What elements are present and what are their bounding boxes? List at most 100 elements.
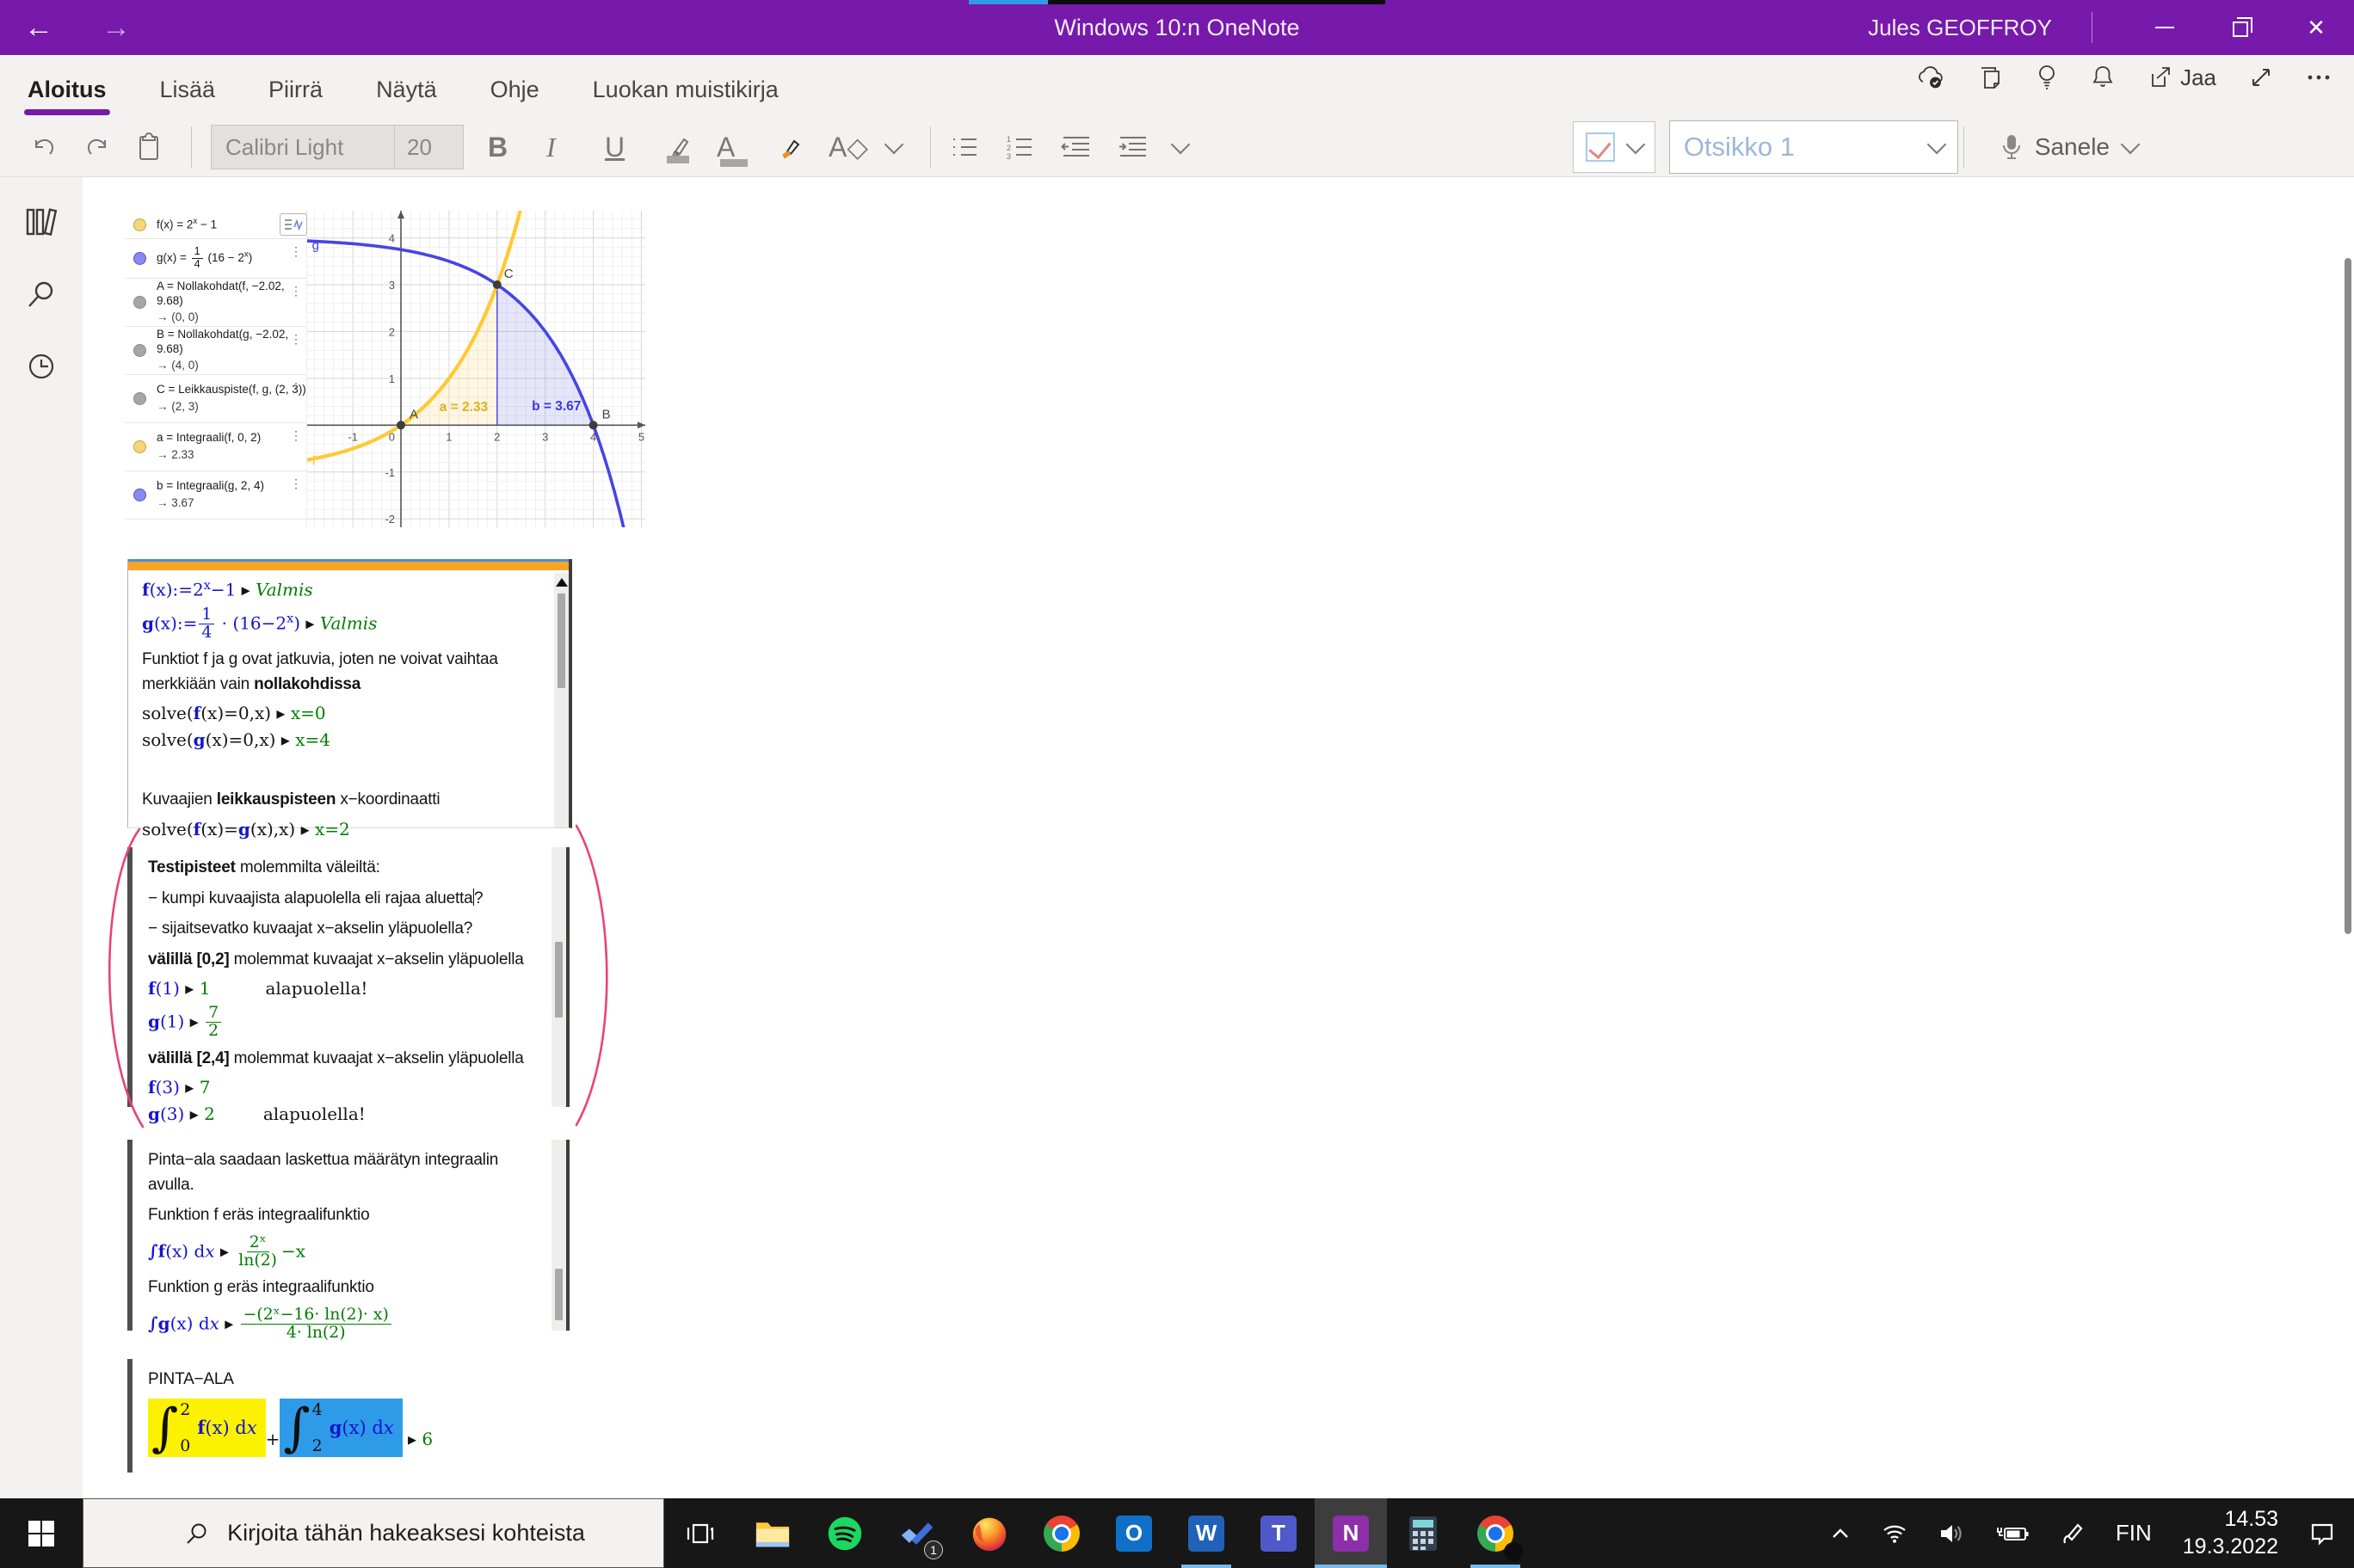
note-block-area[interactable]: PINTA−ALA ∫ 2 0 f(x) dx + ∫ 4 2 g(x) dx ▸ 6: [127, 1359, 497, 1473]
close-button[interactable]: ✕: [2278, 0, 2354, 55]
calculator-icon: [1406, 1515, 1440, 1553]
numbered-list-button[interactable]: 123: [1005, 133, 1036, 161]
geogebra-screenshot[interactable]: f(x) = 2x − 1 g(x) = 14 (16 − 2x) ⋮ A = Nol…: [125, 211, 646, 527]
scroll-thumb[interactable]: [558, 593, 565, 688]
svg-text:A: A: [410, 407, 418, 421]
forward-button[interactable]: →: [77, 11, 155, 45]
tab-näytä[interactable]: Näytä: [374, 71, 439, 112]
svg-text:-1: -1: [348, 430, 358, 443]
taskbar-app-outlook[interactable]: O: [1098, 1498, 1170, 1568]
dictate-button[interactable]: Sanele: [2002, 133, 2141, 161]
paragraph-more-chevron[interactable]: [1170, 134, 1191, 155]
resize-ribbon-icon[interactable]: [2249, 65, 2273, 89]
note-block-testpoints[interactable]: Testipisteet molemmilta väleiltä: − kumpi…: [127, 847, 570, 1124]
pen-icon[interactable]: [2061, 1522, 2085, 1546]
undo-button[interactable]: [29, 132, 59, 162]
input-language[interactable]: FIN: [2116, 1520, 2152, 1546]
clear-formatting-button[interactable]: A◇: [829, 131, 868, 163]
battery-icon[interactable]: [1995, 1522, 2030, 1545]
bullet-list-button[interactable]: [950, 133, 981, 161]
taskbar-search[interactable]: Kirjoita tähän hakeaksesi kohteista: [83, 1498, 664, 1568]
font-name-select[interactable]: Calibri Light: [212, 134, 394, 161]
notebooks-icon[interactable]: [24, 206, 59, 237]
block-scrollbar[interactable]: [552, 847, 566, 1107]
tab-lisää[interactable]: Lisää: [158, 71, 218, 112]
block-scrollbar[interactable]: [552, 1140, 566, 1331]
taskbar-app-teams[interactable]: T: [1242, 1498, 1315, 1568]
taskbar-app-word[interactable]: W: [1170, 1498, 1242, 1568]
volume-icon[interactable]: [1938, 1522, 1964, 1545]
tab-luokan-muistikirja[interactable]: Luokan muistikirja: [591, 71, 780, 112]
scroll-up-icon[interactable]: [555, 578, 568, 587]
block-scrollbar[interactable]: [554, 573, 569, 827]
clock[interactable]: 14.53 19.3.2022: [2183, 1506, 2278, 1560]
restore-icon: [2233, 17, 2252, 37]
signed-in-user[interactable]: Jules GEOFFROY: [1868, 15, 2052, 41]
underline-button[interactable]: U: [605, 132, 639, 163]
algebra-row: a = Integraali(f, 0, 2) → 2.33 ⋮: [125, 423, 306, 471]
scroll-thumb[interactable]: [555, 1269, 563, 1320]
italic-button[interactable]: I: [546, 132, 581, 163]
taskbar-app-firefox[interactable]: [953, 1498, 1026, 1568]
paste-button[interactable]: [136, 132, 162, 163]
tag-chevron[interactable]: [1625, 134, 1646, 155]
style-select[interactable]: Otsikko 1: [1668, 120, 1958, 174]
format-painter-button[interactable]: [775, 132, 804, 162]
taskbar-app-calculator[interactable]: [1387, 1498, 1459, 1568]
svg-text:-2: -2: [385, 513, 395, 526]
font-size-select[interactable]: 20: [394, 126, 463, 169]
onenote-icon: N: [1333, 1515, 1369, 1552]
taskbar-app-file-explorer[interactable]: [736, 1498, 809, 1568]
share-button[interactable]: Jaa: [2148, 65, 2216, 91]
todo-checkbox-icon: [1585, 132, 1615, 162]
task-view-button[interactable]: [664, 1498, 736, 1568]
wifi-icon[interactable]: [1882, 1523, 1907, 1544]
tray-expand-icon[interactable]: [1830, 1527, 1851, 1540]
svg-text:4: 4: [389, 232, 395, 245]
restore-button[interactable]: [2203, 0, 2278, 55]
minimize-button[interactable]: [2127, 0, 2203, 55]
notifications-icon[interactable]: [2091, 64, 2115, 91]
back-button[interactable]: ←: [0, 11, 77, 45]
recent-pages-icon[interactable]: [1977, 65, 2003, 90]
more-options-icon[interactable]: [2306, 73, 2332, 82]
object-visibility-dot: [133, 440, 146, 453]
scroll-thumb[interactable]: [555, 942, 563, 1018]
bold-button[interactable]: B: [488, 132, 522, 163]
font-color-button[interactable]: A: [717, 132, 751, 167]
taskbar-app-chrome-profile[interactable]: [1459, 1498, 1531, 1568]
highlight-button[interactable]: [663, 134, 693, 163]
dictate-label: Sanele: [2034, 133, 2110, 160]
taskbar-app-todo[interactable]: 1: [881, 1498, 953, 1568]
tab-aloitus[interactable]: Aloitus: [24, 71, 109, 115]
profile-badge: [1504, 1542, 1523, 1561]
todo-tag-button[interactable]: [1572, 121, 1655, 173]
object-visibility-dot: [133, 489, 146, 501]
clock-date: 19.3.2022: [2182, 1534, 2278, 1559]
page-scrollbar-thumb[interactable]: [2345, 258, 2351, 934]
top-strip-black: [1048, 0, 1385, 4]
toolbar-divider: [191, 126, 192, 168]
recent-notes-icon[interactable]: [26, 351, 57, 382]
start-button[interactable]: [0, 1498, 83, 1568]
open-indicator: [1315, 1565, 1387, 1568]
font-more-chevron[interactable]: [884, 134, 904, 155]
sync-status-icon[interactable]: [1917, 65, 1944, 89]
top-strip-blue: [969, 0, 1048, 4]
tab-piirrä[interactable]: Piirrä: [267, 71, 324, 112]
action-center-icon[interactable]: [2309, 1522, 2335, 1546]
note-line: solve(f(x)=g(x),x) ▸ x=2: [142, 818, 350, 839]
page-canvas[interactable]: f(x) = 2x − 1 g(x) = 14 (16 − 2x) ⋮ A = Nol…: [83, 177, 2354, 1498]
note-line: [142, 756, 543, 782]
increase-indent-button[interactable]: [1117, 133, 1149, 161]
tips-icon[interactable]: [2036, 64, 2058, 91]
search-icon[interactable]: [26, 279, 57, 310]
taskbar-app-chrome[interactable]: [1026, 1498, 1098, 1568]
decrease-indent-button[interactable]: [1060, 133, 1093, 161]
note-block-zeros[interactable]: f(x):=2x−1 ▸ Valmis g(x):= 1 4 · (16−2x) ▸ …: [127, 559, 572, 839]
redo-button[interactable]: [83, 132, 112, 162]
note-block-antiderivatives[interactable]: Pinta−ala saadaan laskettua määrätyn int…: [127, 1140, 570, 1342]
taskbar-app-onenote[interactable]: N: [1315, 1498, 1387, 1568]
taskbar-app-spotify[interactable]: [809, 1498, 881, 1568]
tab-ohje[interactable]: Ohje: [489, 71, 541, 112]
